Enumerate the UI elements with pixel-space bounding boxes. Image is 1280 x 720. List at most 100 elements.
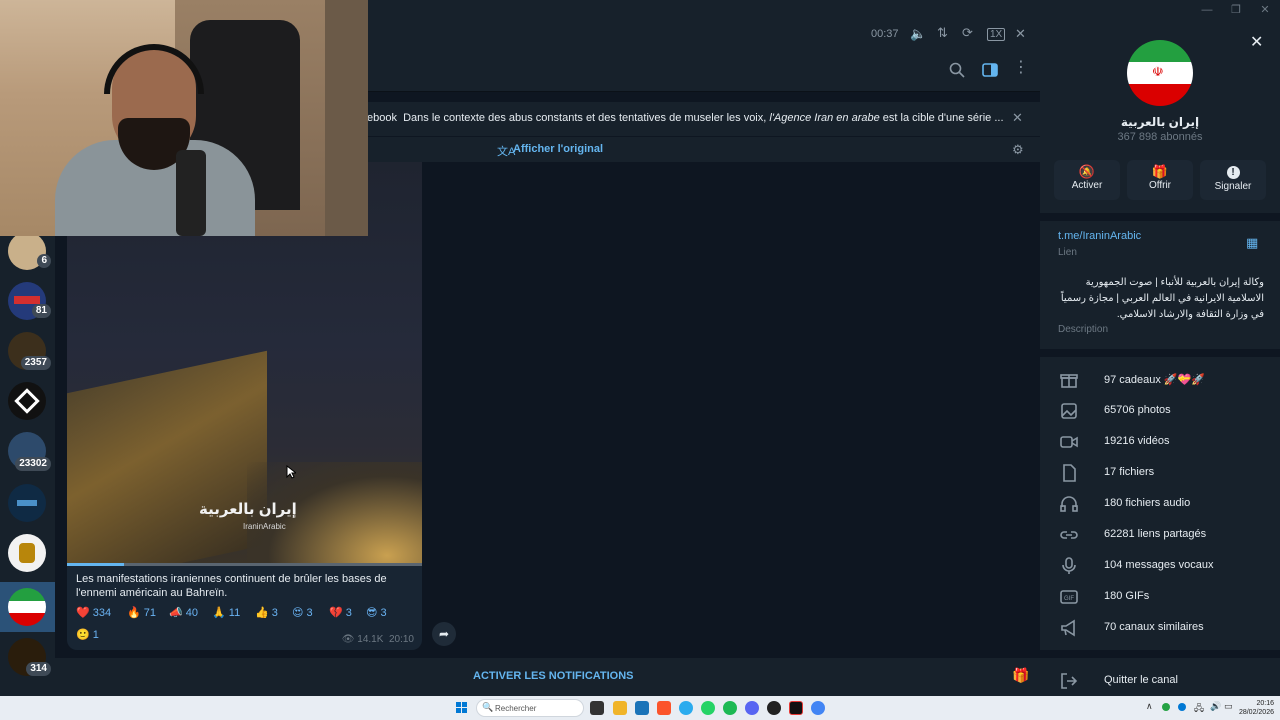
views-icon: 👁 (341, 634, 355, 645)
sort-order-icon[interactable]: ⇅ (937, 25, 948, 41)
unread-badge: 23302 (15, 457, 51, 471)
message-caption: Les manifestations iraniennes continuent… (76, 572, 387, 600)
file-explorer-icon[interactable] (613, 701, 627, 715)
description-line-2: الاسلامية الايرانية في العالم العربي | م… (1060, 293, 1264, 304)
taskbar-clock[interactable]: 20:16 28/02/2026 (1236, 699, 1274, 717)
battery-icon[interactable]: ▭ (1224, 701, 1233, 712)
reaction-thumbs-up[interactable]: 👍 3 (255, 606, 278, 619)
maximize-icon[interactable]: ❐ (1229, 3, 1243, 17)
whatsapp-icon[interactable] (701, 701, 715, 715)
qr-code-icon[interactable]: ▦ (1246, 235, 1258, 251)
stat-similar-channels[interactable]: 70 canaux similaires (1040, 617, 1280, 641)
unread-badge: 81 (31, 304, 51, 318)
chrome-icon[interactable] (811, 701, 825, 715)
unread-badge: 314 (26, 662, 51, 676)
chat-avatar-6[interactable] (8, 484, 46, 522)
close-player-icon[interactable]: ✕ (1015, 26, 1026, 42)
video-building-shape (67, 350, 267, 566)
message-meta: 👁 14.1K 20:10 (342, 634, 414, 645)
pinned-text-plain: Dans le contexte des abus constants et d… (403, 112, 767, 124)
channel-bottom-bar: ACTIVER LES NOTIFICATIONS 🎁 (55, 658, 1040, 696)
report-label: Signaler (1214, 181, 1252, 192)
video-progress-fill (67, 563, 124, 566)
taskbar-search-placeholder: Rechercher (495, 704, 537, 713)
chat-avatar-iran-flag[interactable] (8, 588, 46, 626)
webcam-overlay (0, 0, 368, 236)
logo-diamond (14, 388, 40, 414)
alert-icon: ! (1226, 166, 1240, 179)
translation-settings-icon[interactable]: ⚙ (1012, 142, 1024, 158)
store-icon[interactable] (635, 701, 649, 715)
clock-date: 28/02/2026 (1238, 709, 1274, 716)
reaction-heart-eyes[interactable]: 😍 3 (292, 606, 313, 619)
chat-avatar-7[interactable] (8, 534, 46, 572)
volume-icon[interactable]: 🔈 (910, 26, 926, 42)
gift-box-icon: 🎁 (1151, 164, 1169, 179)
forward-button[interactable]: ➦ (432, 622, 456, 646)
reaction-pray[interactable]: 🙏 11 (212, 606, 240, 619)
reaction-sunglasses[interactable]: 😎 3 (366, 606, 387, 619)
spotify-icon[interactable] (723, 701, 737, 715)
reaction-broken-heart[interactable]: 💔 3 (329, 606, 352, 619)
video-watermark-handle: IraninArabic (243, 522, 286, 531)
obs-icon[interactable] (767, 701, 781, 715)
discord-icon[interactable] (745, 701, 759, 715)
reaction-fire[interactable]: 🔥 71 (127, 606, 156, 619)
pinned-text: ebook Dans le contexte des abus constant… (367, 112, 1004, 124)
app-window: — ❐ ✕ 6 81 2357 23302 314 00:37 🔈 ⇅ ⟳ 1X… (0, 0, 1280, 720)
channel-link[interactable]: t.me/IraninArabic (1058, 230, 1141, 242)
windows-start-icon[interactable] (456, 702, 468, 714)
tray-app-icon[interactable] (1162, 703, 1170, 711)
description-line-3: في وزارة الثقافة والارشاد الاسلامي. (1116, 309, 1264, 320)
stat-voice-messages[interactable]: 104 messages vocaux (1040, 555, 1280, 579)
tray-chevron-icon[interactable]: ∧ (1146, 701, 1153, 712)
enable-notifications-button[interactable]: ACTIVER LES NOTIFICATIONS (473, 670, 634, 682)
stat-audio-files[interactable]: 180 fichiers audio (1040, 493, 1280, 517)
subscriber-count: 367 898 abonnés (1117, 131, 1203, 143)
brave-browser-icon[interactable] (657, 701, 671, 715)
side-panel-icon[interactable] (982, 62, 998, 78)
channel-name: إيران بالعربية (1120, 115, 1200, 129)
clock-time: 20:16 (1256, 700, 1274, 707)
stat-shared-links[interactable]: 62281 liens partagés (1040, 524, 1280, 548)
leave-channel-button[interactable]: Quitter le canal (1040, 670, 1280, 694)
unread-badge: 6 (37, 254, 51, 268)
mute-button[interactable]: 🔕 Activer (1054, 160, 1120, 200)
logo-mark (17, 500, 37, 506)
report-button[interactable]: ! Signaler (1200, 160, 1266, 200)
tray-app-icon[interactable] (1178, 703, 1186, 711)
reaction-heart[interactable]: ❤️ 334 (76, 606, 111, 619)
svg-text:GIF: GIF (1064, 596, 1074, 602)
video-progress-track[interactable] (67, 563, 422, 566)
gift-label: Offrir (1148, 180, 1172, 191)
show-original-button[interactable]: Afficher l'original (513, 143, 603, 155)
gift-button[interactable]: 🎁 Offrir (1127, 160, 1193, 200)
repeat-icon[interactable]: ⟳ (962, 25, 973, 41)
playback-speed-button[interactable]: 1X (987, 28, 1006, 41)
stat-photos[interactable]: 65706 photos (1040, 400, 1280, 424)
close-info-icon[interactable]: ✕ (1250, 32, 1263, 52)
stat-videos[interactable]: 19216 vidéos (1040, 431, 1280, 455)
speaker-icon[interactable]: 🔊 (1210, 701, 1221, 712)
search-icon[interactable] (949, 62, 965, 78)
stat-gifs[interactable]: GIF 180 GIFs (1040, 586, 1280, 610)
mouse-cursor-icon (286, 465, 296, 479)
task-view-icon[interactable] (590, 701, 604, 715)
telegram-icon[interactable] (679, 701, 693, 715)
chat-avatar-4[interactable] (8, 382, 46, 420)
taskbar-search-box[interactable]: 🔍 Rechercher (476, 699, 584, 717)
stat-gifts[interactable]: 97 cadeaux 🚀💝🚀 (1040, 369, 1280, 393)
channel-info-panel: ✕ ☫ إيران بالعربية 367 898 abonnés 🔕 Act… (1040, 20, 1280, 696)
microphone-icon (1062, 557, 1076, 574)
capcut-icon[interactable] (789, 701, 803, 715)
close-pinned-icon[interactable]: ✕ (1012, 110, 1023, 126)
reaction-megaphone[interactable]: 📣 40 (169, 606, 198, 619)
more-options-icon[interactable]: ⋮ (1013, 60, 1029, 76)
window-close-icon[interactable]: ✕ (1258, 3, 1272, 17)
network-icon[interactable]: 🖧 (1194, 701, 1204, 717)
gift-icon[interactable]: 🎁 (1012, 667, 1029, 684)
audio-time: 00:37 (871, 28, 899, 40)
stat-files[interactable]: 17 fichiers (1040, 462, 1280, 486)
reaction-smile[interactable]: 🙂 1 (76, 628, 99, 641)
minimize-icon[interactable]: — (1200, 3, 1214, 17)
